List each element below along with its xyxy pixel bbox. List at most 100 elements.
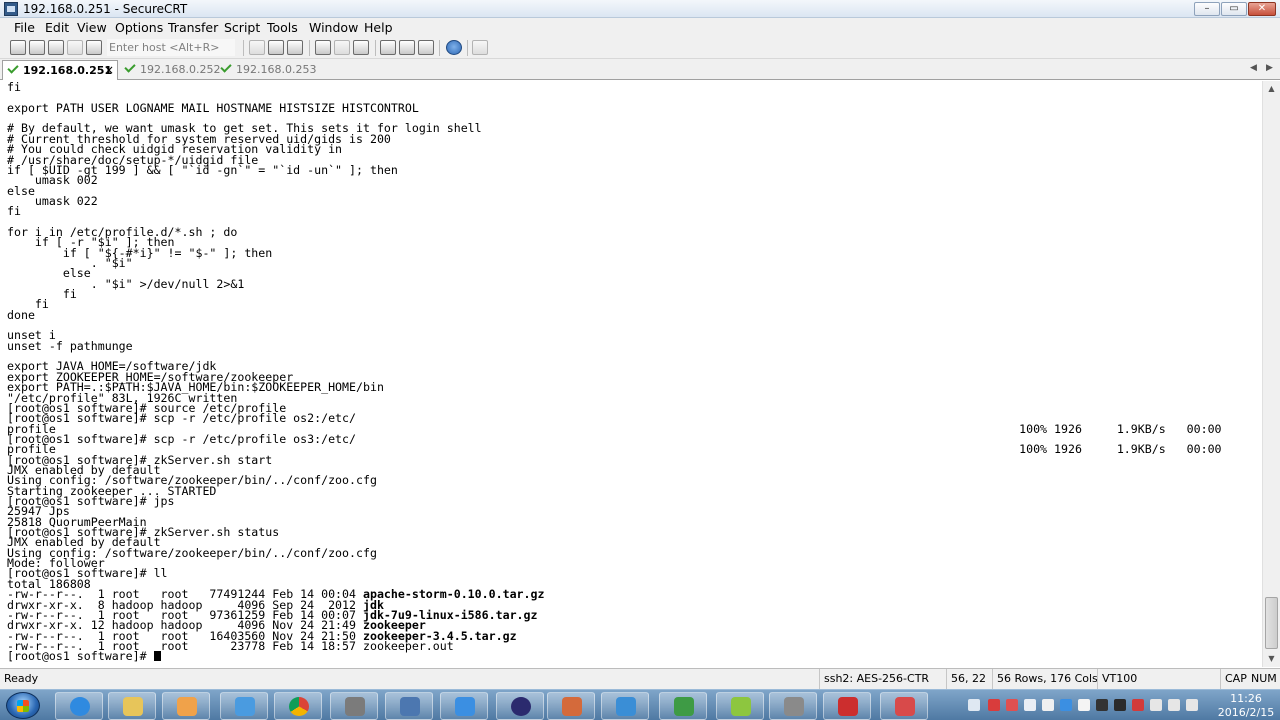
- minimize-button[interactable]: –: [1194, 2, 1220, 16]
- file-name: zookeeper.out: [362, 638, 454, 653]
- help-icon[interactable]: [446, 40, 462, 55]
- network-app-icon: [235, 697, 255, 716]
- mind-map-icon: [731, 697, 751, 716]
- menu-options[interactable]: Options: [115, 20, 163, 35]
- ie-icon: [70, 697, 90, 716]
- key-icon[interactable]: [418, 40, 434, 55]
- terminal-cursor: [153, 651, 161, 662]
- tab-label: 192.168.0.252: [140, 63, 221, 76]
- menu-bar: File Edit View Options Transfer Script T…: [0, 18, 1280, 37]
- ime-tray-icon[interactable]: [1096, 699, 1108, 711]
- print-setup-icon[interactable]: [353, 40, 369, 55]
- session-tab-bar: 192.168.0.251 × 192.168.0.252 192.168.0.…: [0, 59, 1280, 80]
- close-tab-icon[interactable]: ×: [104, 61, 114, 80]
- terminal-window-icon: [784, 697, 804, 716]
- toolbar-separator: [309, 40, 310, 56]
- media-player-icon: [177, 697, 197, 716]
- mind-map-taskbar-button[interactable]: [716, 692, 764, 720]
- menu-window[interactable]: Window: [309, 20, 358, 35]
- securecrt-icon: [345, 697, 365, 716]
- spreadsheet-taskbar-button[interactable]: [659, 692, 707, 720]
- notes-taskbar-button[interactable]: [440, 692, 488, 720]
- connect-icon[interactable]: [10, 40, 26, 55]
- cloud-tray-icon[interactable]: [1060, 699, 1072, 711]
- menu-transfer[interactable]: Transfer: [168, 20, 218, 35]
- clock-date[interactable]: 2016/2/15: [1216, 706, 1276, 719]
- menu-file[interactable]: File: [14, 20, 35, 35]
- keymap-icon[interactable]: [472, 40, 488, 55]
- clock-time[interactable]: 11:26: [1216, 692, 1276, 705]
- tab-scroll-left-icon[interactable]: ◀: [1250, 63, 1257, 73]
- terminal-output[interactable]: fi export PATH USER LOGNAME MAIL HOSTNAME…: [0, 81, 1262, 667]
- virtual-machine-taskbar-button[interactable]: [601, 692, 649, 720]
- window-title: 192.168.0.251 - SecureCRT: [23, 2, 188, 16]
- wifi-tray-icon[interactable]: [1168, 699, 1180, 711]
- menu-tools[interactable]: Tools: [267, 20, 298, 35]
- network-tray-icon[interactable]: [1078, 699, 1090, 711]
- remote-desktop-icon: [400, 697, 420, 716]
- status-text: Ready: [4, 672, 39, 685]
- virtual-machine-icon: [616, 697, 636, 716]
- terminal-line: export PATH USER LOGNAME MAIL HOSTNAME H…: [7, 100, 419, 115]
- menu-view[interactable]: View: [77, 20, 107, 35]
- menu-script[interactable]: Script: [224, 20, 260, 35]
- app-tray-icon[interactable]: [1132, 699, 1144, 711]
- close-window-button[interactable]: ✕: [1248, 2, 1276, 16]
- paste-icon[interactable]: [268, 40, 284, 55]
- internet-explorer-taskbar-button[interactable]: [55, 692, 103, 720]
- spreadsheet-icon: [674, 697, 694, 716]
- reconnect-icon[interactable]: [67, 40, 83, 55]
- volume-tray-icon[interactable]: [1186, 699, 1198, 711]
- windows-logo-icon: [17, 700, 29, 712]
- connect-in-tab-icon[interactable]: [48, 40, 64, 55]
- tab-session-252[interactable]: 192.168.0.252: [120, 60, 220, 80]
- tab-scroll-right-icon[interactable]: ▶: [1266, 63, 1273, 73]
- explorer-taskbar-button[interactable]: [108, 692, 156, 720]
- tool-taskbar-button[interactable]: [880, 692, 928, 720]
- quick-connect-input[interactable]: [107, 39, 235, 56]
- display-tray-icon[interactable]: [1024, 699, 1036, 711]
- media-player-taskbar-button[interactable]: [162, 692, 210, 720]
- securecrt-taskbar-button[interactable]: [330, 692, 378, 720]
- tab-session-253[interactable]: 192.168.0.253: [216, 60, 316, 80]
- terminal-scrollbar[interactable]: ▲ ▼: [1262, 81, 1280, 667]
- scroll-thumb[interactable]: [1265, 597, 1278, 649]
- print-selection-icon[interactable]: [334, 40, 350, 55]
- power-tray-icon[interactable]: [1150, 699, 1162, 711]
- terminal-line: fi: [7, 204, 21, 219]
- show-hidden-icons-icon[interactable]: [968, 699, 980, 711]
- scroll-down-icon[interactable]: ▼: [1263, 651, 1280, 666]
- start-button[interactable]: [6, 692, 40, 719]
- security-tray-icon[interactable]: [1006, 699, 1018, 711]
- disconnect-icon[interactable]: [86, 40, 102, 55]
- tab-session-251[interactable]: 192.168.0.251 ×: [2, 60, 118, 80]
- toolbar-separator: [375, 40, 376, 56]
- qq-tray-icon[interactable]: [1114, 699, 1126, 711]
- caps-lock-indicator: CAP: [1220, 669, 1247, 689]
- menu-edit[interactable]: Edit: [45, 20, 69, 35]
- antivirus-tray-icon[interactable]: [988, 699, 1000, 711]
- quick-connect-icon[interactable]: [29, 40, 45, 55]
- eclipse-taskbar-button[interactable]: [496, 692, 544, 720]
- securecrt-app-icon[interactable]: [4, 2, 18, 16]
- print-icon[interactable]: [315, 40, 331, 55]
- terminal-line: fi: [7, 81, 21, 94]
- pdf-reader-taskbar-button[interactable]: [823, 692, 871, 720]
- status-bar: Ready ssh2: AES-256-CTR 56, 22 56 Rows, …: [0, 668, 1280, 689]
- network-app-taskbar-button[interactable]: [220, 692, 268, 720]
- securecrt-active-taskbar-button[interactable]: [769, 692, 817, 720]
- num-lock-indicator: NUM: [1251, 672, 1277, 685]
- find-icon[interactable]: [287, 40, 303, 55]
- chrome-taskbar-button[interactable]: [274, 692, 322, 720]
- menu-help[interactable]: Help: [364, 20, 393, 35]
- scroll-up-icon[interactable]: ▲: [1263, 81, 1280, 96]
- copy-icon[interactable]: [249, 40, 265, 55]
- session-options-icon[interactable]: [380, 40, 396, 55]
- remote-desktop-taskbar-button[interactable]: [385, 692, 433, 720]
- maximize-button[interactable]: ▭: [1221, 2, 1247, 16]
- global-options-icon[interactable]: [399, 40, 415, 55]
- grid-tray-icon[interactable]: [1042, 699, 1054, 711]
- game-taskbar-button[interactable]: [547, 692, 595, 720]
- windows-taskbar: 11:26 2016/2/15: [0, 689, 1280, 720]
- notes-icon: [455, 697, 475, 716]
